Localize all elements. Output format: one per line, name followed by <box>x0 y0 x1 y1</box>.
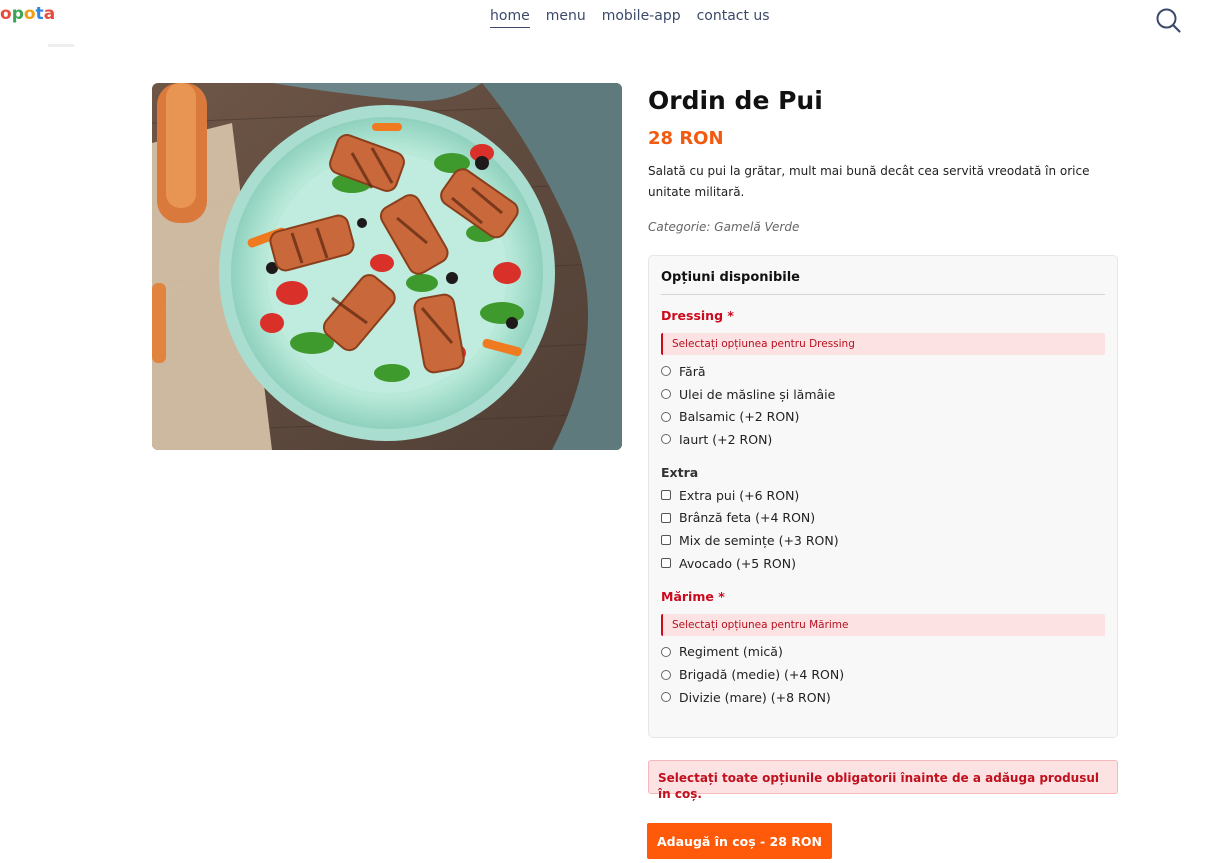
dressing-label: Dressing * <box>661 308 1105 324</box>
radio-button[interactable] <box>661 366 671 377</box>
radio-button[interactable] <box>661 692 671 703</box>
extra-option-feta[interactable]: Brânză feta (+4 RON) <box>661 506 1105 529</box>
extra-options: Extra pui (+6 RON) Brânză feta (+4 RON) … <box>661 484 1105 575</box>
size-option-medium[interactable]: Brigadă (medie) (+4 RON) <box>661 663 1105 686</box>
option-label: Fără <box>679 363 706 379</box>
option-label: Brânză feta (+4 RON) <box>679 510 816 526</box>
checkbox[interactable] <box>661 490 671 501</box>
logo-letter: o <box>23 4 36 24</box>
required-options-alert: Selectați toate opțiunile obligatorii în… <box>648 760 1118 801</box>
size-option-small[interactable]: Regiment (mică) <box>661 641 1105 664</box>
dressing-option-olive-oil[interactable]: Ulei de măsline și lămâie <box>661 383 1105 406</box>
dressing-option-balsamic[interactable]: Balsamic (+2 RON) <box>661 405 1105 428</box>
options-panel: Opțiuni disponibile Dressing * Selectați… <box>648 255 1118 738</box>
option-label: Divizie (mare) (+8 RON) <box>679 689 831 705</box>
product-price: 28 RON <box>648 128 724 149</box>
logo-underline <box>48 44 74 47</box>
nav-mobile-app[interactable]: mobile-app <box>602 8 681 28</box>
product-description: Salată cu pui la grătar, mult mai bună d… <box>648 164 1090 199</box>
size-alert: Selectați opțiunea pentru Mărime <box>661 613 1105 636</box>
logo-letter: p <box>11 4 24 24</box>
options-title: Opțiuni disponibile <box>661 256 1105 295</box>
search-icon[interactable] <box>1154 6 1182 34</box>
logo-letter: a <box>43 4 56 24</box>
option-label: Balsamic (+2 RON) <box>679 409 800 425</box>
dressing-label-text: Dressing <box>661 308 724 323</box>
option-label: Ulei de măsline și lămâie <box>679 386 836 402</box>
option-label: Regiment (mică) <box>679 644 783 660</box>
product-image <box>152 83 622 450</box>
required-mark: * <box>727 308 734 323</box>
size-option-large[interactable]: Divizie (mare) (+8 RON) <box>661 686 1105 709</box>
size-options: Regiment (mică) Brigadă (medie) (+4 RON)… <box>661 641 1105 709</box>
option-label: Brigadă (medie) (+4 RON) <box>679 667 845 683</box>
checkbox[interactable] <box>661 535 671 546</box>
logo-letter: t <box>35 4 44 24</box>
checkbox[interactable] <box>661 558 671 569</box>
radio-button[interactable] <box>661 646 671 657</box>
product-category: Categorie: Gamelă Verde <box>648 220 800 234</box>
site-logo[interactable]: opota <box>0 4 55 24</box>
required-mark: * <box>718 588 725 604</box>
nav-contact-us[interactable]: contact us <box>697 8 770 28</box>
extra-label: Extra <box>661 464 699 480</box>
logo-letter: o <box>0 4 12 24</box>
option-label: Extra pui (+6 RON) <box>679 487 800 503</box>
nav-menu[interactable]: menu <box>546 8 586 28</box>
option-label: Avocado (+5 RON) <box>679 555 796 571</box>
dressing-option-none[interactable]: Fără <box>661 360 1105 383</box>
size-label-text: Mărime <box>661 588 714 604</box>
nav-home[interactable]: home <box>490 8 530 28</box>
radio-button[interactable] <box>661 411 671 422</box>
product-details: Ordin de Pui 28 RON Salată cu pui la gră… <box>648 83 1118 235</box>
product-title: Ordin de Pui <box>648 86 823 115</box>
radio-button[interactable] <box>661 434 671 445</box>
option-label: Mix de semințe (+3 RON) <box>679 532 839 548</box>
dressing-option-yogurt[interactable]: Iaurt (+2 RON) <box>661 428 1105 451</box>
extra-option-avocado[interactable]: Avocado (+5 RON) <box>661 552 1105 575</box>
radio-button[interactable] <box>661 669 671 680</box>
checkbox[interactable] <box>661 512 671 523</box>
add-to-cart-button[interactable]: Adaugă în coș - 28 RON <box>647 823 832 859</box>
extra-option-seeds[interactable]: Mix de semințe (+3 RON) <box>661 529 1105 552</box>
size-label: Mărime * <box>661 589 1105 605</box>
main-nav: home menu mobile-app contact us <box>490 8 770 28</box>
dressing-alert: Selectați opțiunea pentru Dressing <box>661 333 1105 355</box>
radio-button[interactable] <box>661 389 671 400</box>
option-label: Iaurt (+2 RON) <box>679 431 773 447</box>
extra-option-chicken[interactable]: Extra pui (+6 RON) <box>661 484 1105 507</box>
dressing-options: Fără Ulei de măsline și lămâie Balsamic … <box>661 360 1105 451</box>
